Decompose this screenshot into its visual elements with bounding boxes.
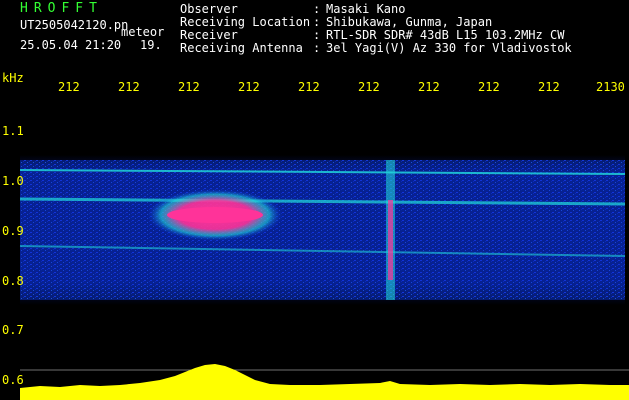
x-tick: 212 (478, 80, 500, 94)
x-tick: 212 (118, 80, 140, 94)
y-tick: 1.0 (2, 174, 24, 188)
x-tick: 2130 (596, 80, 625, 94)
y-tick: 0.9 (2, 224, 24, 238)
x-tick: 212 (238, 80, 260, 94)
noise-haze (20, 155, 625, 305)
y-tick: 0.7 (2, 323, 24, 337)
y-tick: 0.6 (2, 373, 24, 387)
x-tick: 212 (358, 80, 380, 94)
power-histogram (20, 364, 629, 400)
x-tick: 212 (178, 80, 200, 94)
vertical-interference-core (388, 200, 393, 280)
meteor-echo-core (167, 207, 263, 223)
x-tick: 212 (58, 80, 80, 94)
y-tick: 0.8 (2, 274, 24, 288)
x-tick: 212 (538, 80, 560, 94)
y-unit-label: kHz (2, 71, 24, 85)
y-tick: 1.1 (2, 124, 24, 138)
x-tick: 212 (418, 80, 440, 94)
spectrogram-plot (19, 155, 629, 400)
x-tick: 212 (298, 80, 320, 94)
